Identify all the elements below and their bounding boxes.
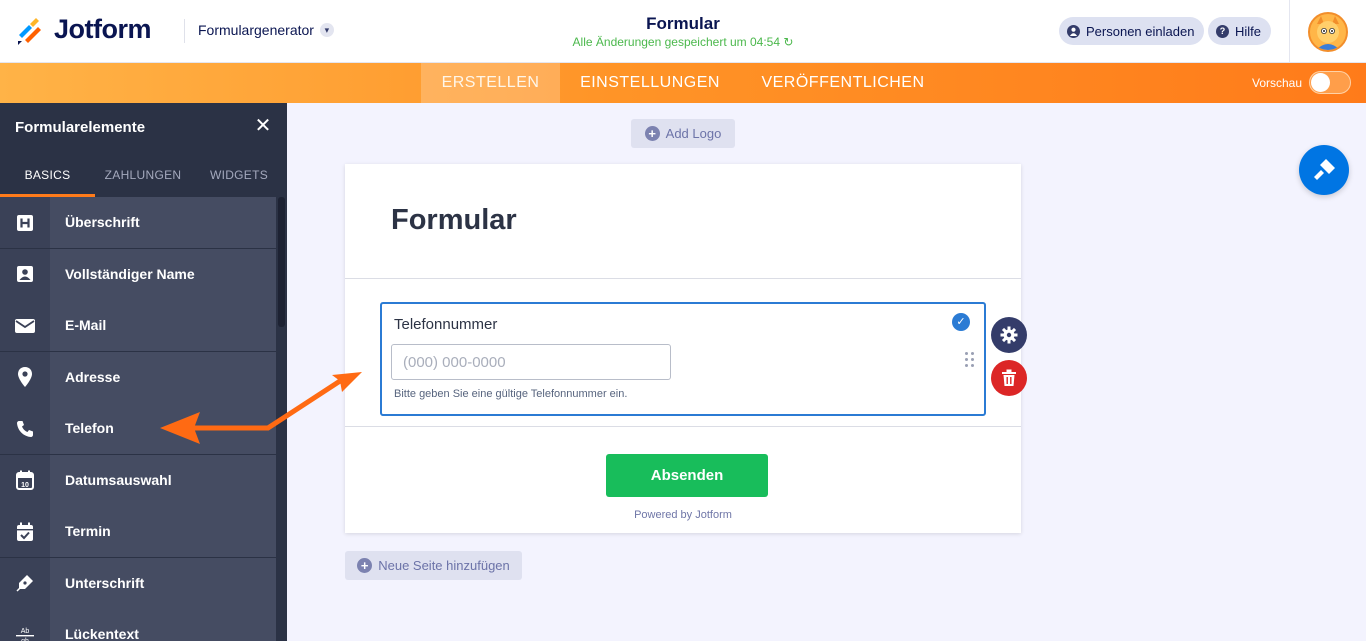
- tab-veroeffentlichen[interactable]: VERÖFFENTLICHEN: [740, 63, 946, 103]
- add-new-page-label: Neue Seite hinzufügen: [378, 558, 510, 573]
- contact-card-icon: [0, 248, 50, 300]
- tab-zahlungen[interactable]: ZAHLUNGEN: [95, 153, 191, 197]
- invite-people-button[interactable]: Personen einladen: [1059, 17, 1205, 45]
- sidebar-item-label: Termin: [50, 506, 276, 557]
- heading-icon: [0, 197, 50, 248]
- field-settings-button[interactable]: [991, 317, 1027, 353]
- brand-name: Jotform: [54, 14, 152, 44]
- plus-icon: +: [357, 558, 373, 573]
- sidebar-tabs: BASICS ZAHLUNGEN WIDGETS: [0, 153, 287, 197]
- form-elements-sidebar: Formularelemente ✕ BASICS ZAHLUNGEN WIDG…: [0, 103, 287, 641]
- sidebar-item-phone[interactable]: Telefon: [0, 403, 276, 455]
- checkmark-icon: ✓: [952, 313, 970, 331]
- svg-text:10: 10: [21, 482, 29, 489]
- help-icon: ?: [1216, 24, 1229, 38]
- generator-label: Formulargenerator: [198, 22, 314, 38]
- form-heading[interactable]: Formular: [391, 204, 517, 237]
- sidebar-item-heading[interactable]: Überschrift: [0, 197, 276, 249]
- sidebar-header: Formularelemente ✕: [0, 103, 287, 153]
- heading-divider: [345, 278, 1021, 279]
- sidebar-item-full-name[interactable]: Vollständiger Name: [0, 248, 276, 300]
- calendar-check-icon: [0, 506, 50, 557]
- help-button[interactable]: ? Hilfe: [1208, 17, 1272, 45]
- phone-field[interactable]: Telefonnummer ✓ Bitte geben Sie eine gül…: [380, 302, 986, 416]
- phone-icon: [0, 403, 50, 454]
- preview-toggle[interactable]: [1309, 71, 1351, 94]
- top-header: Jotform Formulargenerator ▾ Formular All…: [0, 0, 1366, 63]
- sidebar-item-label: Unterschrift: [50, 557, 276, 609]
- add-logo-button[interactable]: + Add Logo: [631, 119, 735, 148]
- fill-blank-icon: Ab gh: [0, 609, 50, 641]
- gear-icon: [1000, 326, 1018, 344]
- paint-roller-icon: [1314, 159, 1335, 180]
- avatar-divider: [1289, 0, 1290, 63]
- powered-by[interactable]: Powered by Jotform: [345, 509, 1021, 521]
- tab-erstellen[interactable]: ERSTELLEN: [421, 63, 560, 103]
- sidebar-element-list: Überschrift Vollständiger Name E-Mail Ad…: [0, 197, 276, 641]
- drag-handle-icon[interactable]: [965, 352, 975, 368]
- form-designer-button[interactable]: [1299, 145, 1349, 195]
- chevron-down-icon: ▾: [319, 23, 334, 37]
- help-label: Hilfe: [1235, 23, 1262, 39]
- svg-text:Ab: Ab: [21, 628, 30, 635]
- svg-text:gh: gh: [21, 638, 29, 641]
- avatar-cat-icon: [1316, 16, 1340, 50]
- tab-basics[interactable]: BASICS: [0, 153, 95, 197]
- preview-label: Vorschau: [1252, 76, 1303, 90]
- sidebar-scrollbar[interactable]: [278, 197, 285, 327]
- map-pin-icon: [0, 351, 50, 403]
- user-icon: [1067, 24, 1080, 38]
- sidebar-item-label: Datumsauswahl: [50, 454, 276, 506]
- sidebar-item-address[interactable]: Adresse: [0, 351, 276, 403]
- sidebar-title: Formularelemente: [15, 119, 146, 136]
- tab-widgets[interactable]: WIDGETS: [191, 153, 287, 197]
- field-divider: [345, 426, 1021, 427]
- sidebar-item-appointment[interactable]: Termin: [0, 506, 276, 558]
- sidebar-item-label: Überschrift: [50, 197, 276, 248]
- pen-icon: [0, 557, 50, 609]
- calendar-icon: 10: [0, 454, 50, 506]
- phone-input[interactable]: [391, 344, 671, 380]
- jotform-logo[interactable]: Jotform: [16, 14, 152, 45]
- add-new-page-button[interactable]: + Neue Seite hinzufügen: [345, 551, 522, 580]
- save-status-text: Alle Änderungen gespeichert um 04:54: [572, 35, 781, 49]
- phone-field-label[interactable]: Telefonnummer: [394, 316, 497, 333]
- add-logo-label: Add Logo: [665, 126, 722, 141]
- preview-toggle-knob: [1311, 73, 1330, 92]
- delete-field-button[interactable]: [991, 360, 1027, 396]
- phone-field-help: Bitte geben Sie eine gültige Telefonnumm…: [394, 388, 628, 400]
- sidebar-item-signature[interactable]: Unterschrift: [0, 557, 276, 609]
- jotform-logo-icon: [18, 17, 41, 45]
- sidebar-item-label: Telefon: [50, 403, 276, 454]
- sidebar-item-label: Lückentext: [50, 609, 276, 641]
- sidebar-item-label: Adresse: [50, 351, 276, 403]
- generator-dropdown[interactable]: Formulargenerator ▾: [198, 22, 334, 38]
- form-card: Formular Telefonnummer ✓ Bitte geben Sie…: [345, 164, 1021, 533]
- builder-navbar: ERSTELLEN EINSTELLUNGEN VERÖFFENTLICHEN …: [0, 63, 1366, 103]
- trash-icon: [1002, 369, 1016, 386]
- tab-einstellungen[interactable]: EINSTELLUNGEN: [560, 63, 740, 103]
- sidebar-item-label: Vollständiger Name: [50, 248, 276, 300]
- refresh-icon: ↻: [783, 35, 794, 49]
- submit-button[interactable]: Absenden: [606, 454, 768, 497]
- close-icon[interactable]: ✕: [254, 116, 272, 136]
- sidebar-item-email[interactable]: E-Mail: [0, 300, 276, 352]
- invite-people-label: Personen einladen: [1086, 23, 1195, 39]
- user-avatar[interactable]: [1308, 12, 1348, 52]
- sidebar-item-label: E-Mail: [50, 300, 276, 351]
- header-divider: [184, 19, 185, 43]
- plus-icon: +: [644, 126, 660, 141]
- envelope-icon: [0, 300, 50, 351]
- sidebar-item-fill-in-blank[interactable]: Ab gh Lückentext: [0, 609, 276, 641]
- sidebar-item-date-picker[interactable]: 10 Datumsauswahl: [0, 454, 276, 506]
